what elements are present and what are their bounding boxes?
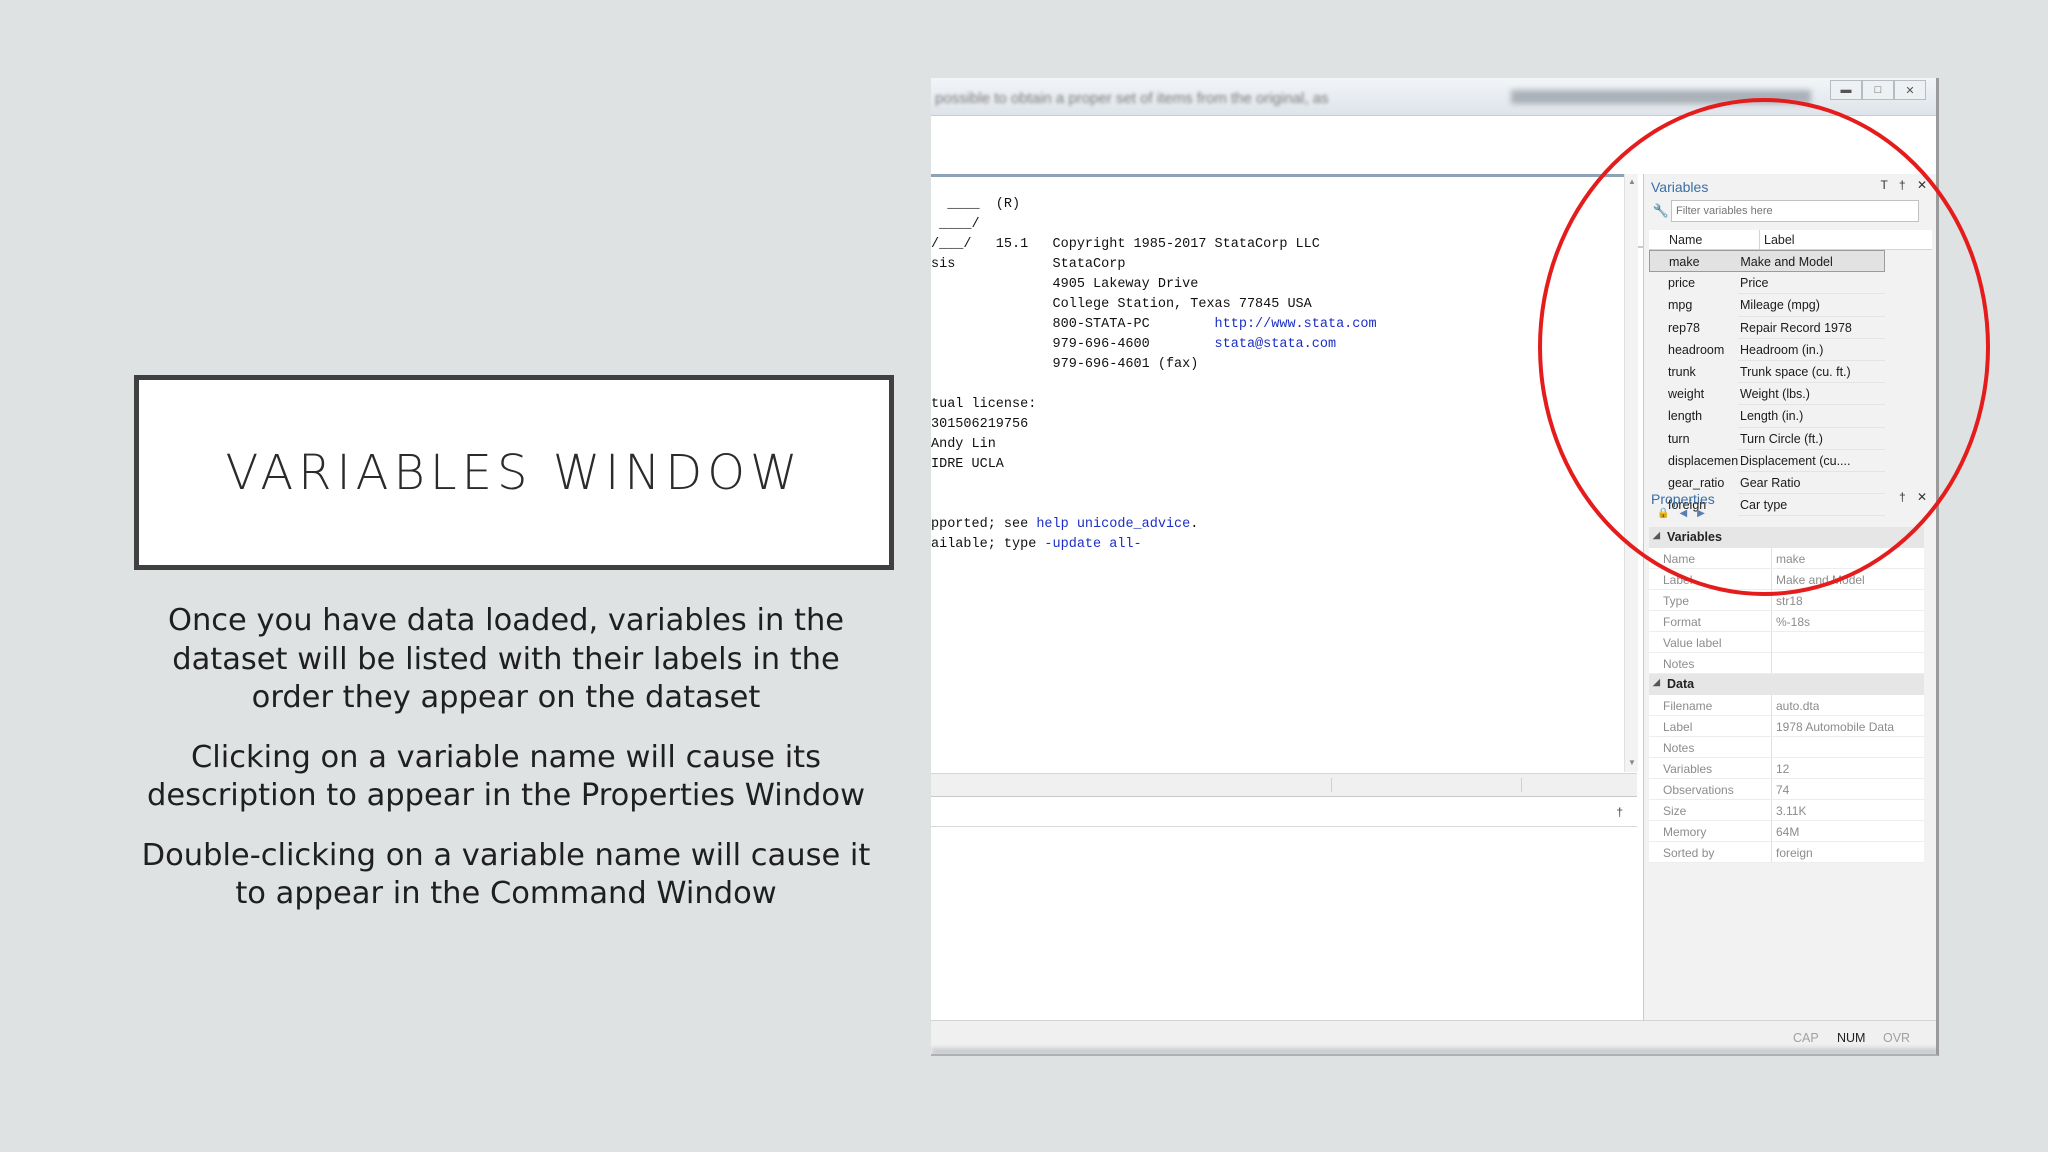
results-line: tual license: — [931, 397, 1037, 412]
results-line: IDRE UCLA — [931, 457, 1004, 472]
results-line: 979-696-4600 stata@stata.com — [931, 337, 1337, 352]
results-line: ailable; type -update all- — [931, 537, 1142, 552]
results-line: 800-STATA-PC http://www.stata.com — [931, 317, 1377, 332]
blurred-taskbar — [931, 1048, 1936, 1054]
property-value[interactable]: 64M — [1772, 821, 1799, 841]
property-value[interactable] — [1772, 632, 1776, 652]
slide-title: VARIABLES WINDOW — [225, 444, 803, 501]
properties-section-header[interactable]: Data — [1649, 674, 1924, 695]
results-line: 979-696-4601 (fax) — [931, 357, 1199, 372]
status-ovr: OVR — [1883, 1031, 1911, 1045]
property-value[interactable]: 12 — [1772, 758, 1789, 778]
window-title: possible to obtain a proper set of items… — [935, 90, 1329, 107]
property-value[interactable] — [1772, 653, 1776, 673]
results-horizontal-bar — [931, 773, 1637, 797]
help-unicode-link[interactable]: help unicode_advice — [1036, 517, 1190, 532]
bar-divider — [1521, 778, 1522, 792]
help-tail: . — [1190, 517, 1199, 532]
property-row[interactable]: Format %-18s — [1649, 611, 1924, 632]
property-key: Sorted by — [1649, 842, 1772, 862]
status-num: NUM — [1837, 1031, 1866, 1045]
minimize-icon[interactable]: ▬ — [1830, 80, 1862, 100]
command-window-header: † — [931, 797, 1637, 827]
property-value[interactable]: 74 — [1772, 779, 1789, 799]
property-row[interactable]: Size 3.11K — [1649, 800, 1924, 821]
property-value[interactable]: 1978 Automobile Data — [1772, 716, 1894, 736]
window-controls: ▬ □ ✕ — [1830, 80, 1926, 100]
status-cap: CAP — [1793, 1031, 1819, 1045]
pin-icon[interactable]: † — [1616, 805, 1623, 819]
scroll-down-icon[interactable]: ▼ — [1628, 758, 1636, 767]
property-row[interactable]: Notes — [1649, 737, 1924, 758]
property-key: Filename — [1649, 695, 1772, 715]
results-line: sis StataCorp — [931, 257, 1126, 272]
property-row[interactable]: Memory 64M — [1649, 821, 1924, 842]
results-line: Andy Lin — [931, 437, 996, 452]
results-line: pported; see help unicode_advice. — [931, 517, 1199, 532]
property-key: Format — [1649, 611, 1772, 631]
results-line: /___/ 15.1 Copyright 1985-2017 StataCorp… — [931, 237, 1320, 252]
command-window[interactable] — [931, 828, 1637, 998]
property-row[interactable]: Variables 12 — [1649, 758, 1924, 779]
property-key: Observations — [1649, 779, 1772, 799]
results-line: 4905 Lakeway Drive — [931, 277, 1199, 292]
property-value[interactable] — [1772, 737, 1776, 757]
property-key: Variables — [1649, 758, 1772, 778]
stata-email-link[interactable]: stata@stata.com — [1215, 337, 1337, 352]
property-row[interactable]: Observations 74 — [1649, 779, 1924, 800]
slide-paragraph-2: Clicking on a variable name will cause i… — [146, 739, 866, 814]
results-line: ____/ — [931, 217, 980, 232]
maximize-icon[interactable]: □ — [1862, 80, 1894, 100]
results-window: ____ (R) ____/ /___/ 15.1 Copyright 1985-… — [931, 174, 1637, 774]
property-value[interactable]: 3.11K — [1772, 800, 1806, 820]
property-key: Value label — [1649, 632, 1772, 652]
property-key: Size — [1649, 800, 1772, 820]
property-row[interactable]: Value label — [1649, 632, 1924, 653]
property-row[interactable]: Notes — [1649, 653, 1924, 674]
property-row[interactable]: Sorted by foreign — [1649, 842, 1924, 863]
update-all-link[interactable]: -update all- — [1044, 537, 1141, 552]
status-bar: CAP NUM OVR — [931, 1020, 1936, 1050]
slide-paragraph-1: Once you have data loaded, variables in … — [167, 603, 845, 715]
property-row[interactable]: Label 1978 Automobile Data — [1649, 716, 1924, 737]
property-key: Memory — [1649, 821, 1772, 841]
property-value[interactable]: foreign — [1772, 842, 1813, 862]
slide-paragraph-3: Double-clicking on a variable name will … — [141, 837, 871, 912]
results-line: College Station, Texas 77845 USA — [931, 297, 1312, 312]
slide-body: Once you have data loaded, variables in … — [134, 602, 878, 935]
close-icon[interactable]: ✕ — [1894, 80, 1926, 100]
property-row[interactable]: Filename auto.dta — [1649, 695, 1924, 716]
property-key: Notes — [1649, 653, 1772, 673]
bar-divider — [1331, 778, 1332, 792]
property-value[interactable]: auto.dta — [1772, 695, 1819, 715]
results-line: 301506219756 — [931, 417, 1029, 432]
stata-website-link[interactable]: http://www.stata.com — [1215, 317, 1377, 332]
results-line: ____ (R) — [931, 197, 1021, 212]
slide-title-box: VARIABLES WINDOW — [134, 375, 894, 570]
property-value[interactable]: %-18s — [1772, 611, 1810, 631]
property-key: Label — [1649, 716, 1772, 736]
property-key: Notes — [1649, 737, 1772, 757]
highlight-circle — [1538, 98, 1990, 596]
